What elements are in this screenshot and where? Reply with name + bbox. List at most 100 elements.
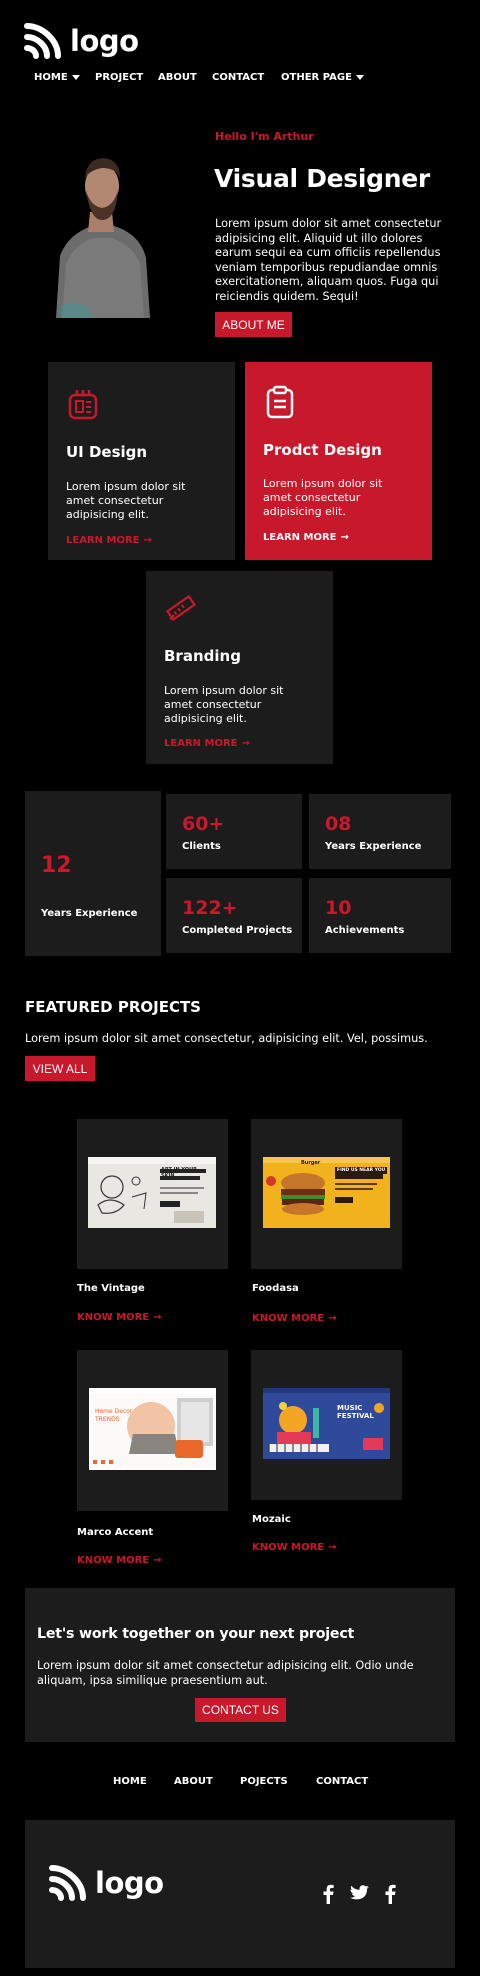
project-name: The Vintage [77, 1283, 145, 1294]
project-name: Marco Accent [77, 1527, 154, 1538]
arrow-right-icon: → [340, 532, 349, 543]
facebook-icon[interactable] [385, 1884, 397, 1904]
stat-card: 10 Achievements [309, 878, 451, 953]
know-more-link[interactable]: KNOW MORE → [77, 1312, 162, 1323]
clipboard-icon [266, 385, 294, 419]
stat-label: Completed Projects [182, 925, 293, 936]
know-more-label: KNOW MORE [252, 1542, 325, 1553]
hero-title: Visual Designer [214, 164, 430, 193]
thumbnail-caption: Home Decor TRENDS [95, 1408, 133, 1423]
arrow-right-icon: → [328, 1542, 337, 1553]
stat-label: Years Experience [41, 908, 138, 919]
project-thumbnail [89, 1388, 216, 1470]
know-more-label: KNOW MORE [77, 1555, 150, 1566]
stat-label: Achievements [325, 925, 405, 936]
logo-text: logo [70, 24, 139, 58]
stat-label: Years Experience [325, 841, 422, 852]
service-text: Lorem ipsum dolor sit amet consectetur a… [164, 684, 284, 725]
nav-home-label: HOME [34, 72, 68, 83]
arrow-right-icon: → [153, 1555, 162, 1566]
nav-home[interactable]: HOME [34, 72, 80, 83]
nav-other-page-label: OTHER PAGE [281, 72, 352, 83]
featured-text: Lorem ipsum dolor sit amet consectetur, … [25, 1032, 428, 1045]
service-text: Lorem ipsum dolor sit amet consectetur a… [263, 477, 383, 518]
service-title: UI Design [66, 443, 148, 461]
service-card-product-design: Prodct Design Lorem ipsum dolor sit amet… [245, 362, 432, 560]
know-more-label: KNOW MORE [77, 1312, 150, 1323]
footer-nav-projects[interactable]: POJECTS [240, 1776, 288, 1787]
about-me-button[interactable]: ABOUT ME [215, 312, 292, 337]
featured-title: FEATURED PROJECTS [25, 998, 201, 1016]
footer-nav-home[interactable]: HOME [113, 1776, 147, 1787]
know-more-link[interactable]: KNOW MORE → [77, 1555, 162, 1566]
logo-mark-icon [49, 1865, 86, 1901]
twitter-icon[interactable] [350, 1885, 369, 1901]
arrow-right-icon: → [328, 1313, 337, 1324]
nav-contact-label: CONTACT [212, 72, 265, 83]
stat-value: 10 [325, 897, 352, 919]
chevron-down-icon [71, 75, 80, 80]
footer: logo [25, 1820, 455, 1968]
know-more-label: KNOW MORE [252, 1313, 325, 1324]
cta-title: Let's work together on your next project [37, 1626, 355, 1642]
learn-more-link[interactable]: LEARN MORE → [263, 532, 349, 543]
learn-more-label: LEARN MORE [164, 738, 238, 749]
service-title: Prodct Design [263, 441, 382, 459]
know-more-link[interactable]: KNOW MORE → [252, 1542, 337, 1553]
header-logo[interactable]: logo [24, 22, 139, 60]
logo-mark-icon [24, 23, 61, 59]
stat-card: 122+ Completed Projects [166, 878, 302, 953]
hero-description: Lorem ipsum dolor sit amet consectetur a… [215, 217, 442, 303]
service-text: Lorem ipsum dolor sit amet consectetur a… [66, 480, 186, 521]
learn-more-link[interactable]: LEARN MORE → [66, 535, 152, 546]
facebook-icon[interactable] [323, 1884, 335, 1904]
learn-more-link[interactable]: LEARN MORE → [164, 738, 250, 749]
project-card-foodasa[interactable]: Burger FIND US NEAR YOU [251, 1119, 402, 1269]
stat-card-large: 12 Years Experience [25, 791, 161, 956]
contact-us-button[interactable]: CONTACT US [195, 1698, 286, 1722]
nav-other-page[interactable]: OTHER PAGE [281, 72, 364, 83]
project-name: Foodasa [252, 1283, 299, 1294]
service-card-branding: Branding Lorem ipsum dolor sit amet cons… [146, 571, 333, 764]
project-card-marco-accent[interactable]: Home Decor TRENDS [77, 1350, 228, 1511]
hero-greeting: Hello I'm Arthur [215, 130, 314, 143]
stat-card: 08 Years Experience [309, 794, 451, 869]
footer-nav-about[interactable]: ABOUT [174, 1776, 213, 1787]
service-title: Branding [164, 647, 241, 665]
nav-about[interactable]: ABOUT [158, 72, 197, 83]
nav-project[interactable]: PROJECT [95, 72, 143, 83]
nav-about-label: ABOUT [158, 72, 197, 83]
project-thumbnail [263, 1388, 390, 1459]
hero-portrait [54, 146, 150, 318]
nav-project-label: PROJECT [95, 72, 144, 83]
nav-contact[interactable]: CONTACT [212, 72, 264, 83]
stat-value: 122+ [182, 897, 238, 919]
cta-text: Lorem ipsum dolor sit amet consectetur a… [37, 1659, 414, 1687]
view-all-button[interactable]: VIEW ALL [25, 1056, 95, 1081]
footer-logo[interactable]: logo [49, 1864, 164, 1902]
stat-card: 60+ Clients [166, 794, 302, 869]
learn-more-label: LEARN MORE [263, 532, 337, 543]
thumbnail-caption: FIND US NEAR YOU [335, 1167, 388, 1174]
learn-more-label: LEARN MORE [66, 535, 140, 546]
stat-value: 12 [41, 853, 72, 878]
know-more-link[interactable]: KNOW MORE → [252, 1313, 337, 1324]
device-icon [68, 390, 98, 420]
project-card-the-vintage[interactable]: ART IN YOUR SKIN [77, 1119, 228, 1269]
project-card-mozaic[interactable]: MUSIC FESTIVAL [251, 1350, 402, 1500]
arrow-right-icon: → [153, 1312, 162, 1323]
footer-logo-text: logo [95, 1866, 164, 1900]
stat-value: 60+ [182, 813, 225, 835]
chevron-down-icon [355, 75, 364, 80]
arrow-right-icon: → [143, 535, 152, 546]
service-card-ui-design: UI Design Lorem ipsum dolor sit amet con… [48, 362, 235, 560]
stat-label: Clients [182, 841, 221, 852]
footer-nav-contact[interactable]: CONTACT [316, 1776, 368, 1787]
thumbnail-brand: Burger [301, 1160, 321, 1166]
thumbnail-caption: MUSIC FESTIVAL [337, 1404, 374, 1420]
portrait-image [54, 146, 150, 318]
thumbnail-caption: ART IN YOUR SKIN [161, 1167, 198, 1179]
arrow-right-icon: → [241, 738, 250, 749]
project-name: Mozaic [252, 1514, 291, 1525]
ruler-pencil-icon [166, 594, 196, 622]
